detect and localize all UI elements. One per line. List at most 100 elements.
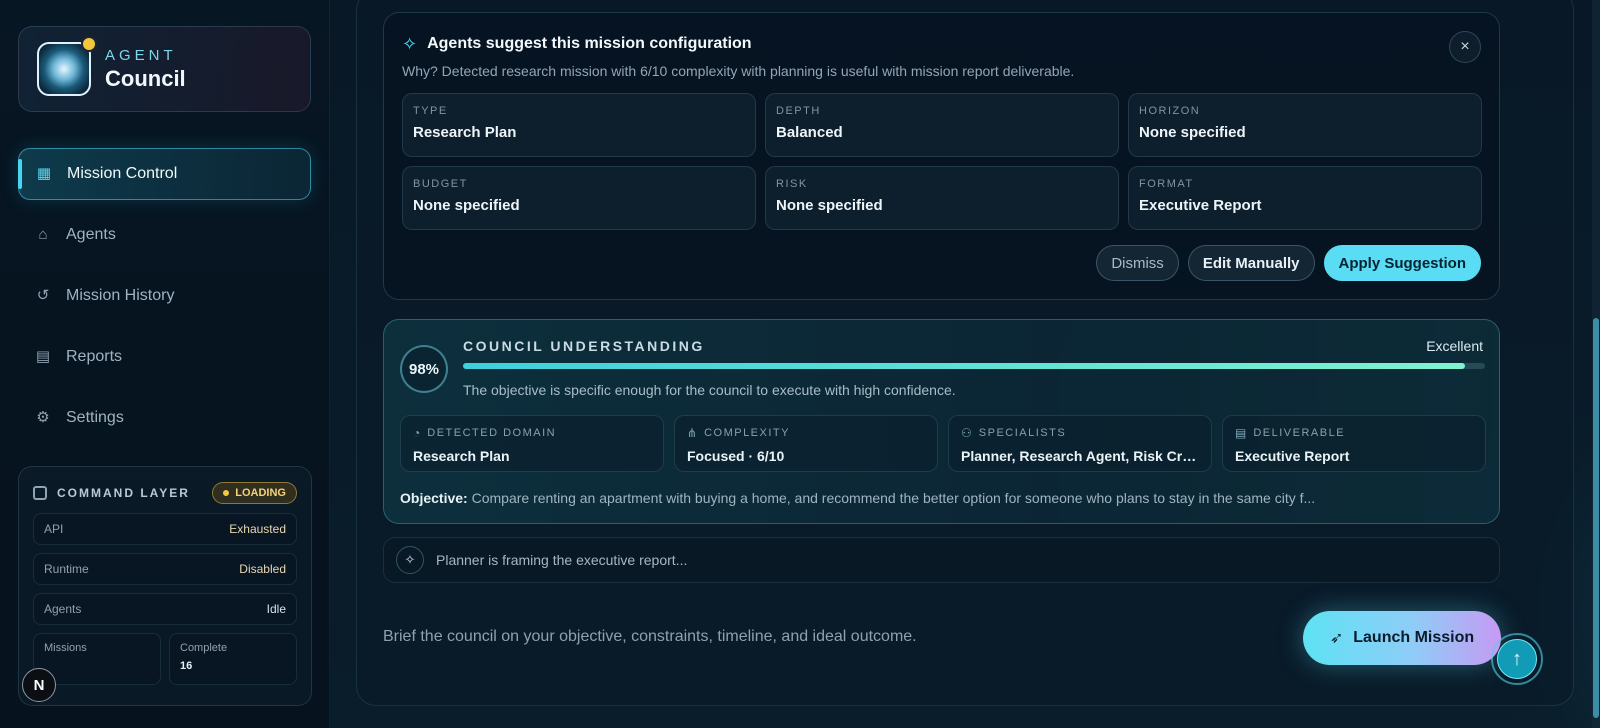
objective-summary: Objective: Compare renting an apartment … [400, 490, 1480, 506]
planner-status-text: Planner is framing the executive report.… [436, 552, 688, 568]
missions-stat-label: Missions [44, 642, 87, 654]
dismiss-button[interactable]: Dismiss [1096, 245, 1179, 281]
command-row-value: Disabled [239, 562, 286, 576]
sparkle-icon: ✧ [396, 546, 424, 574]
suggestion-fields: TYPE Research Plan DEPTH Balanced HORIZO… [402, 93, 1482, 230]
field-key: HORIZON [1139, 105, 1201, 117]
gear-icon: ⚙ [36, 409, 50, 426]
scrollbar[interactable] [1592, 0, 1600, 728]
status-badge: LOADING [212, 482, 297, 504]
deliverable-card: ▤ DELIVERABLE Executive Report [1222, 415, 1486, 472]
brief-input[interactable]: Brief the council on your objective, con… [383, 628, 917, 646]
card-key-text: DETECTED DOMAIN [427, 427, 557, 439]
field-key: DEPTH [776, 105, 821, 117]
field-key: RISK [776, 178, 808, 190]
sidebar-item-mission-control[interactable]: ▦ Mission Control [18, 148, 311, 200]
command-row-key: API [44, 522, 64, 536]
command-row-value: Idle [266, 602, 286, 616]
field-key: TYPE [413, 105, 448, 117]
card-key-text: SPECIALISTS [978, 427, 1067, 439]
sidebar-item-label: Mission Control [67, 165, 178, 182]
edit-manually-button[interactable]: Edit Manually [1187, 245, 1315, 281]
sidebar-item-label: Mission History [66, 287, 175, 304]
brand-title: Council [105, 65, 186, 91]
status-badge-label: LOADING [235, 487, 286, 499]
field-key: BUDGET [413, 178, 468, 190]
objective-label: Objective: [400, 490, 468, 506]
sidebar: AGENT Council ▦ Mission Control ⌂ Agents… [0, 0, 330, 728]
arrow-up-icon: ↑ [1497, 639, 1537, 679]
sidebar-item-label: Settings [66, 409, 124, 426]
brand-card[interactable]: AGENT Council [18, 26, 311, 112]
field-value: Executive Report [1139, 197, 1262, 214]
understanding-cards: ◔ DETECTED DOMAIN Research Plan ⋔ COMPLE… [400, 415, 1486, 472]
understanding-progress-fill [463, 363, 1465, 369]
card-value: Research Plan [413, 448, 510, 464]
understanding-description: The objective is specific enough for the… [463, 382, 956, 398]
suggestion-panel: ✧ Agents suggest this mission configurat… [383, 12, 1500, 300]
launch-mission-button[interactable]: ➶ Launch Mission [1303, 611, 1501, 665]
field-value: None specified [413, 197, 520, 214]
sidebar-item-settings[interactable]: ⚙ Settings [18, 392, 311, 444]
confidence-ring: 98% [400, 345, 448, 393]
scroll-to-top-button[interactable]: ↑ [1491, 633, 1543, 685]
sidebar-item-mission-history[interactable]: ↺ Mission History [18, 270, 311, 322]
field-format: FORMAT Executive Report [1128, 166, 1482, 230]
field-value: None specified [776, 197, 883, 214]
command-row-runtime: Runtime Disabled [33, 553, 297, 585]
complete-stat: Complete 16 [169, 633, 297, 685]
dev-tools-badge[interactable]: N [22, 668, 56, 702]
suggestion-header: ✧ Agents suggest this mission configurat… [402, 33, 1481, 55]
card-key: ⚇ SPECIALISTS [961, 426, 1199, 440]
chip-icon [33, 486, 47, 500]
scrollbar-thumb[interactable] [1593, 318, 1599, 718]
card-key-text: COMPLEXITY [704, 427, 790, 439]
sidebar-item-reports[interactable]: ▤ Reports [18, 331, 311, 383]
field-risk: RISK None specified [765, 166, 1119, 230]
objective-text: Compare renting an apartment with buying… [471, 490, 1316, 506]
field-horizon: HORIZON None specified [1128, 93, 1482, 157]
robot-icon: ⌂ [38, 226, 48, 243]
close-icon: × [1460, 38, 1470, 55]
launch-mission-label: Launch Mission [1353, 629, 1475, 646]
command-row-value: Exhausted [229, 522, 286, 536]
command-row-agents: Agents Idle [33, 593, 297, 625]
understanding-grade: Excellent [1426, 338, 1483, 354]
users-icon: ⚇ [961, 426, 972, 440]
app-root: AGENT Council ▦ Mission Control ⌂ Agents… [0, 0, 1600, 728]
notification-dot [81, 36, 97, 52]
field-value: None specified [1139, 124, 1246, 141]
loading-dot-icon [223, 490, 230, 496]
command-row-key: Runtime [44, 562, 89, 576]
hierarchy-icon: ⋔ [687, 426, 698, 440]
command-layer-panel: COMMAND LAYER LOADING API Exhausted Runt… [18, 466, 312, 706]
field-type: TYPE Research Plan [402, 93, 756, 157]
card-key-text: DELIVERABLE [1253, 427, 1346, 439]
apply-suggestion-button[interactable]: Apply Suggestion [1323, 245, 1481, 281]
rocket-icon: ➶ [1329, 630, 1344, 647]
command-layer-title: COMMAND LAYER [33, 486, 190, 500]
understanding-title: COUNCIL UNDERSTANDING [463, 338, 705, 354]
complete-stat-label: Complete [180, 642, 228, 654]
specialists-card: ⚇ SPECIALISTS Planner, Research Agent, R… [948, 415, 1212, 472]
close-button[interactable]: × [1449, 31, 1481, 63]
command-row-api: API Exhausted [33, 513, 297, 545]
sidebar-nav: ▦ Mission Control ⌂ Agents ↺ Mission His… [18, 148, 311, 444]
card-key: ▤ DELIVERABLE [1235, 426, 1473, 440]
command-layer-header: COMMAND LAYER LOADING [33, 481, 297, 505]
sidebar-item-agents[interactable]: ⌂ Agents [18, 209, 311, 261]
suggestion-actions: Dismiss Edit Manually Apply Suggestion [1096, 245, 1481, 281]
card-key: ⋔ COMPLEXITY [687, 426, 925, 440]
command-stats: Missions Complete 16 [33, 633, 297, 685]
suggestion-title: Agents suggest this mission configuratio… [427, 35, 752, 52]
field-value: Balanced [776, 124, 843, 141]
history-icon: ↺ [36, 287, 50, 304]
detected-domain-card: ◔ DETECTED DOMAIN Research Plan [400, 415, 664, 472]
complete-stat-value: 16 [180, 660, 193, 672]
command-layer-title-text: COMMAND LAYER [57, 486, 190, 500]
complexity-card: ⋔ COMPLEXITY Focused · 6/10 [674, 415, 938, 472]
card-value: Executive Report [1235, 448, 1350, 464]
card-value: Planner, Research Agent, Risk Critic, T.… [961, 448, 1199, 464]
field-depth: DEPTH Balanced [765, 93, 1119, 157]
brand-text: AGENT Council [105, 47, 186, 92]
